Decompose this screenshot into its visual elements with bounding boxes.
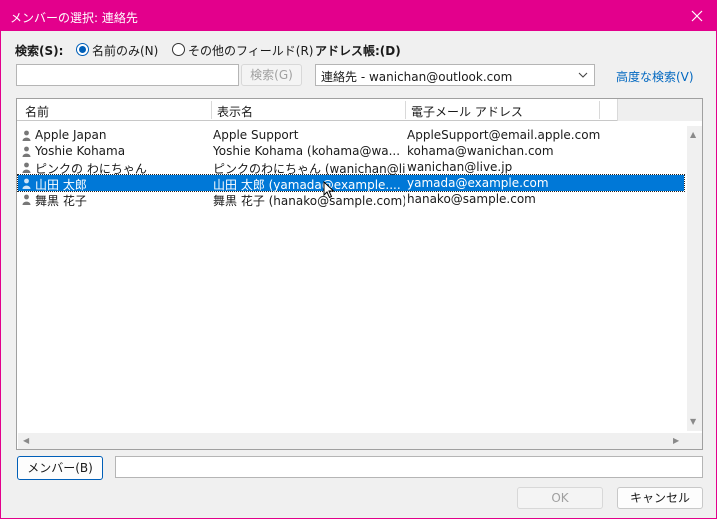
members-input[interactable]: [115, 456, 703, 478]
contact-icon: [22, 146, 31, 157]
column-divider[interactable]: [405, 101, 406, 119]
column-header-display-name[interactable]: 表示名: [217, 103, 253, 120]
members-button[interactable]: メンバー(B): [17, 456, 103, 480]
contact-list: 名前 表示名 電子メール アドレス Apple Japan Apple Supp…: [16, 98, 703, 450]
cell-email: AppleSupport@email.apple.com: [407, 128, 601, 142]
radio-name-only[interactable]: [76, 43, 89, 56]
addressbook-select[interactable]: 連絡先 - wanichan@outlook.com: [315, 64, 595, 86]
radio-name-only-label[interactable]: 名前のみ(N): [92, 42, 158, 59]
radio-other-fields[interactable]: [172, 43, 185, 56]
close-icon: [691, 10, 703, 22]
list-header: 名前 表示名 電子メール アドレス: [17, 99, 702, 121]
scroll-right-icon[interactable]: ▶: [673, 437, 679, 445]
cell-email: yamada@example.com: [407, 176, 549, 190]
table-row[interactable]: 舞黒 花子 舞黒 花子 (hanako@sample.com) hanako@s…: [18, 191, 684, 208]
column-divider[interactable]: [599, 101, 600, 119]
cell-email: wanichan@live.jp: [407, 160, 513, 174]
cell-display-name: Yoshie Kohama (kohama@wa...: [213, 144, 401, 158]
scroll-up-icon[interactable]: ▲: [690, 131, 696, 139]
contact-icon: [22, 130, 31, 141]
search-label: 検索(S):: [15, 44, 64, 58]
vertical-scrollbar[interactable]: ▲ ▼: [687, 126, 702, 431]
advanced-search-link[interactable]: 高度な検索(V): [616, 68, 694, 85]
table-row[interactable]: ピンクの わにちゃん ピンクのわにちゃん (wanichan@live... w…: [18, 159, 684, 176]
table-row-selected[interactable]: 山田 太郎 山田 太郎 (yamada@example.... yamada@e…: [17, 174, 685, 192]
cell-display-name: 舞黒 花子 (hanako@sample.com): [213, 194, 405, 208]
ok-button[interactable]: OK: [517, 487, 603, 509]
chevron-down-icon: [578, 72, 588, 78]
cell-name: Apple Japan: [35, 128, 107, 142]
scrollbar-corner: [687, 433, 702, 449]
cell-display-name: Apple Support: [213, 128, 299, 142]
scroll-down-icon[interactable]: ▼: [690, 418, 696, 426]
mouse-cursor-icon: [323, 181, 335, 199]
title-bar: メンバーの選択: 連絡先: [1, 1, 716, 31]
addressbook-label: アドレス帳:(D): [315, 44, 401, 58]
header-filler: [617, 99, 702, 121]
contact-icon: [22, 194, 31, 205]
addressbook-selected-value: 連絡先 - wanichan@outlook.com: [321, 70, 513, 84]
cell-email: hanako@sample.com: [407, 192, 536, 206]
column-header-email[interactable]: 電子メール アドレス: [411, 103, 523, 120]
window-title: メンバーの選択: 連絡先: [10, 11, 138, 25]
close-button[interactable]: [686, 5, 708, 27]
cell-name: 舞黒 花子: [35, 194, 87, 208]
table-row[interactable]: Apple Japan Apple Support AppleSupport@e…: [18, 127, 684, 143]
cell-name: Yoshie Kohama: [35, 144, 126, 158]
search-button[interactable]: 検索(G): [241, 64, 302, 86]
column-header-name[interactable]: 名前: [25, 103, 49, 120]
scroll-left-icon[interactable]: ◀: [23, 437, 29, 445]
radio-other-fields-label[interactable]: その他のフィールド(R): [188, 42, 313, 59]
table-row[interactable]: Yoshie Kohama Yoshie Kohama (kohama@wa..…: [18, 143, 684, 159]
contact-icon: [22, 162, 31, 173]
search-input[interactable]: [16, 64, 239, 86]
cell-email: kohama@wanichan.com: [407, 144, 554, 158]
contact-icon: [22, 178, 31, 189]
cancel-button[interactable]: キャンセル: [617, 487, 703, 509]
horizontal-scrollbar[interactable]: ◀ ▶: [18, 433, 687, 449]
member-select-dialog: メンバーの選択: 連絡先 検索(S): 名前のみ(N) その他のフィールド(R)…: [0, 0, 717, 519]
column-divider[interactable]: [211, 101, 212, 119]
